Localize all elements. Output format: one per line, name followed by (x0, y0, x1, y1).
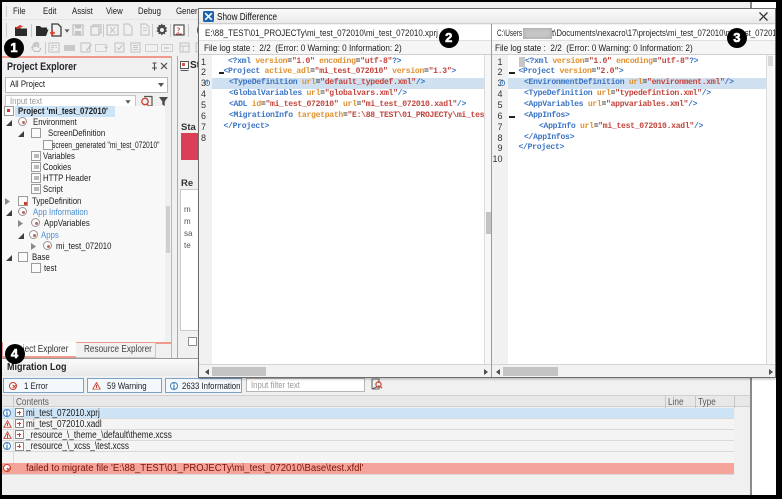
svg-text:?: ? (176, 26, 180, 35)
